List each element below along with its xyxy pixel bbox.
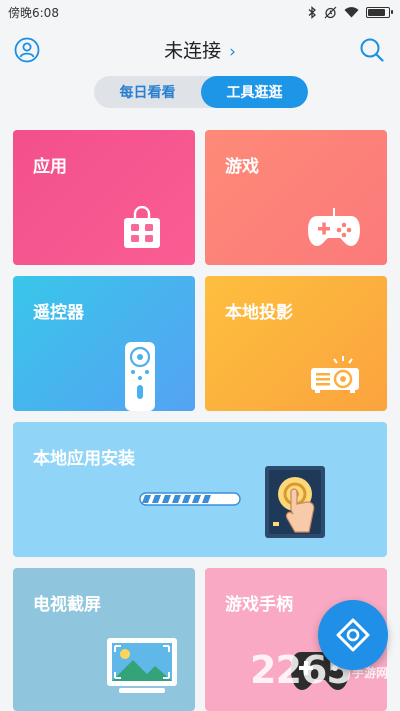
status-icons bbox=[308, 5, 393, 19]
card-apps-label: 应用 bbox=[33, 157, 67, 177]
projector-icon bbox=[311, 356, 359, 393]
floating-action-button[interactable] bbox=[318, 600, 388, 670]
search-icon[interactable] bbox=[358, 36, 386, 64]
progress-bar-icon bbox=[139, 492, 241, 506]
card-apps[interactable]: 应用 bbox=[13, 130, 195, 265]
diamond-target-icon bbox=[336, 618, 370, 652]
card-tv-screenshot-label: 电视截屏 bbox=[33, 595, 101, 615]
card-local-projection[interactable]: 本地投影 bbox=[205, 276, 387, 411]
card-local-app-install-label: 本地应用安装 bbox=[33, 449, 135, 469]
card-gamepad-label: 游戏手柄 bbox=[225, 595, 293, 615]
app-screen: 傍晚6:08 未连接 › 每日看看 工具逛逛 应用 游戏 遥控器 本地投影 本地… bbox=[0, 0, 400, 711]
card-tv-screenshot[interactable]: 电视截屏 bbox=[13, 568, 195, 711]
connection-status[interactable]: 未连接 › bbox=[0, 36, 400, 63]
card-remote-label: 遥控器 bbox=[33, 303, 84, 323]
tab-tools[interactable]: 工具逛逛 bbox=[201, 76, 308, 108]
chevron-right-icon: › bbox=[229, 42, 236, 62]
install-icon bbox=[265, 466, 325, 538]
card-games-label: 游戏 bbox=[225, 157, 259, 177]
page-title: 未连接 bbox=[164, 40, 222, 62]
card-remote[interactable]: 遥控器 bbox=[13, 276, 195, 411]
shopping-bag-icon bbox=[124, 206, 160, 248]
remote-control-icon bbox=[125, 342, 155, 411]
tv-screenshot-icon bbox=[107, 638, 177, 693]
segmented-tabs: 每日看看 工具逛逛 bbox=[94, 76, 308, 108]
card-local-app-install[interactable]: 本地应用安装 bbox=[13, 422, 387, 557]
alarm-icon bbox=[324, 6, 337, 18]
bluetooth-icon bbox=[308, 5, 316, 19]
tab-daily-watch[interactable]: 每日看看 bbox=[94, 76, 201, 108]
battery-icon bbox=[366, 6, 393, 18]
gamepad-icon bbox=[308, 208, 360, 246]
card-games[interactable]: 游戏 bbox=[205, 130, 387, 265]
status-time: 傍晚6:08 bbox=[8, 5, 59, 20]
card-local-projection-label: 本地投影 bbox=[225, 303, 293, 323]
status-bar: 傍晚6:08 bbox=[0, 0, 400, 24]
wifi-icon bbox=[344, 6, 359, 17]
header: 未连接 › bbox=[0, 30, 400, 70]
